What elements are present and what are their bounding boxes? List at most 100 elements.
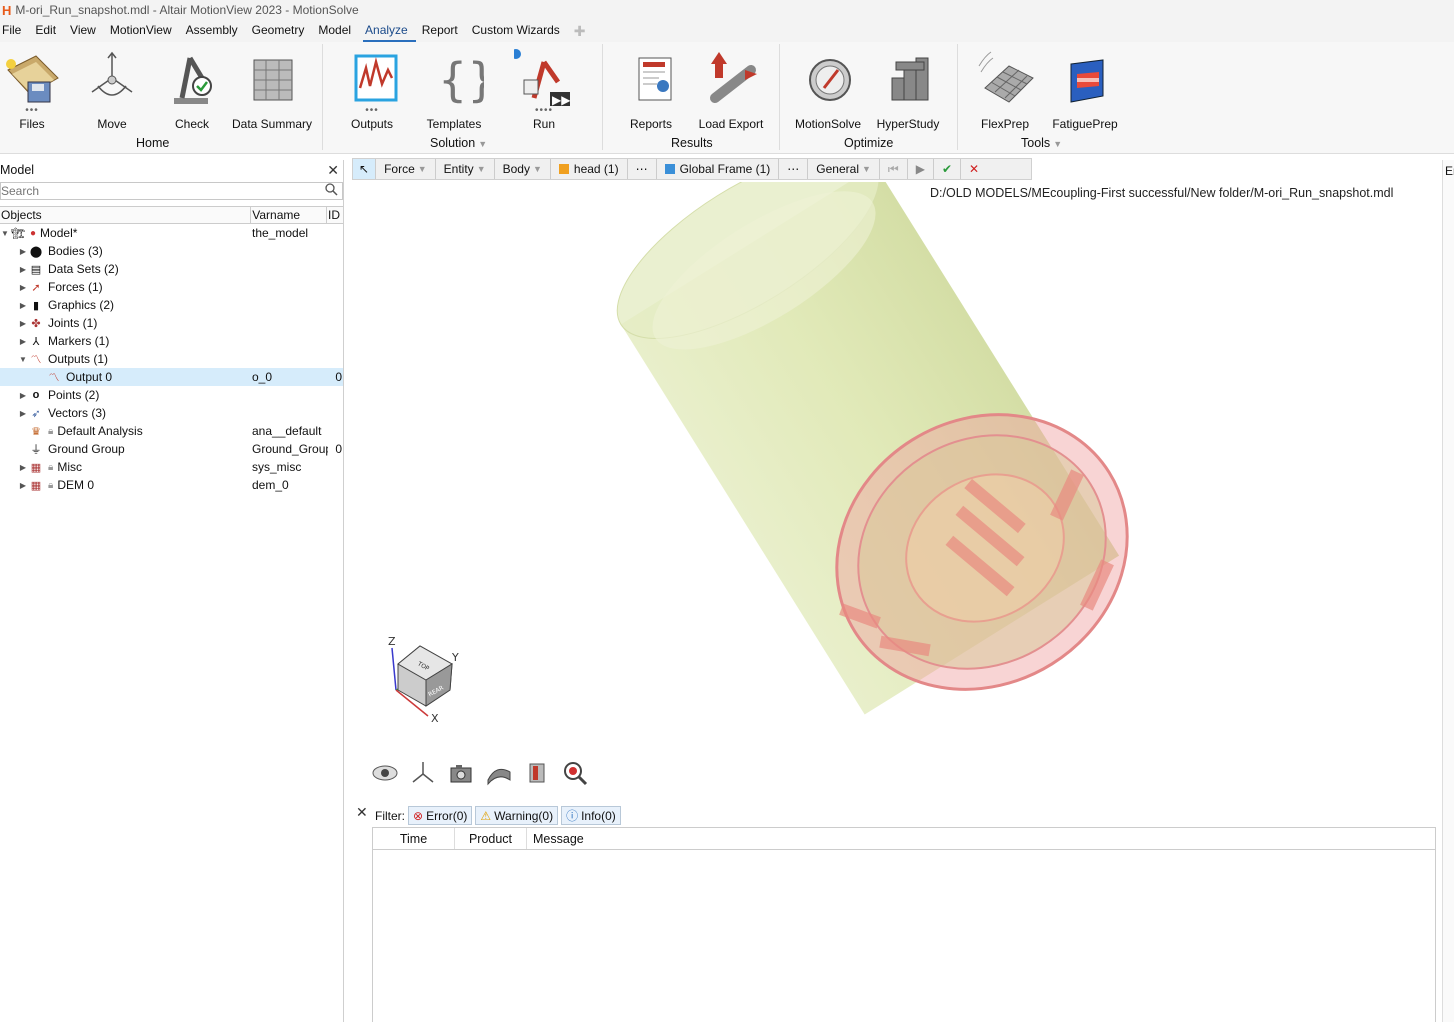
search-icon[interactable]: [325, 183, 338, 199]
play-icon[interactable]: ▶: [908, 159, 934, 179]
graphics-viewport[interactable]: TOP REAR Z Y X: [350, 150, 1440, 800]
column-product[interactable]: Product: [455, 828, 527, 849]
menu-assembly[interactable]: Assembly: [184, 20, 246, 42]
files-icon: [2, 48, 62, 108]
entity-dropdown[interactable]: Entity ▼: [436, 159, 495, 179]
tree-row-outputs[interactable]: ▼ 〽 Outputs (1): [0, 350, 343, 368]
flexprep-tool[interactable]: FlexPrep: [965, 48, 1045, 131]
menu-analyze[interactable]: Analyze: [363, 20, 416, 42]
warning-filter-button[interactable]: ⚠ Warning(0): [475, 806, 559, 825]
cancel-x-icon[interactable]: ✕: [961, 159, 987, 179]
body-dropdown[interactable]: Body ▼: [495, 159, 551, 179]
eye-icon[interactable]: [372, 760, 398, 786]
tree-row-output-0[interactable]: 〽 Output 0 o_0 0: [0, 368, 343, 386]
files-tool[interactable]: ••• Files: [0, 48, 72, 131]
frame-color-icon: [664, 164, 675, 174]
tree-row-bodies[interactable]: ▶ ⬤ Bodies (3): [0, 242, 343, 260]
more-button-1[interactable]: ⋯: [628, 159, 657, 179]
load-export-tool[interactable]: Load Export: [691, 48, 771, 131]
model-panel-title: Model: [0, 163, 35, 177]
tree-row-ground-group[interactable]: ⏚ Ground Group Ground_Group 0: [0, 440, 343, 458]
info-filter-button[interactable]: ⓘ Info(0): [561, 806, 621, 825]
tree-row-dem-0[interactable]: ▶ ▦ 🔒︎ DEM 0 dem_0: [0, 476, 343, 494]
column-message[interactable]: Message: [527, 828, 1435, 849]
menu-geometry[interactable]: Geometry: [250, 20, 313, 42]
menu-motionview[interactable]: MotionView: [108, 20, 180, 42]
menu-file[interactable]: File: [0, 20, 29, 42]
tree-row-markers[interactable]: ▶ ⅄ Markers (1): [0, 332, 343, 350]
frame-selector[interactable]: Global Frame (1): [657, 159, 780, 179]
tree-row-points[interactable]: ▶ o Points (2): [0, 386, 343, 404]
body-color-icon: [558, 164, 569, 174]
tree-row-misc[interactable]: ▶ ▦ 🔒︎ Misc sys_misc: [0, 458, 343, 476]
tree-row-forces[interactable]: ▶ ➚ Forces (1): [0, 278, 343, 296]
expand-arrow-icon[interactable]: ▶: [18, 265, 28, 274]
column-objects[interactable]: Objects: [0, 207, 252, 223]
outputs-tool[interactable]: ••• Outputs: [332, 48, 412, 131]
apply-check-icon[interactable]: ✔: [934, 159, 962, 179]
head-selector[interactable]: head (1): [551, 159, 628, 179]
altair-logo-icon: H: [2, 2, 12, 18]
move-tool[interactable]: Move: [72, 48, 152, 131]
general-dropdown[interactable]: General ▼: [808, 159, 880, 179]
close-icon[interactable]: ✕: [327, 162, 339, 179]
tree-row-vectors[interactable]: ▶ ➶ Vectors (3): [0, 404, 343, 422]
model-panel-header: Model ✕: [0, 160, 343, 180]
expand-arrow-icon[interactable]: ▼: [0, 229, 10, 238]
ribbon: ••• Files Move Check Data Summary Home •…: [0, 42, 1454, 154]
lock-icon: 🔒︎: [48, 461, 54, 473]
model-panel: Model ✕ Objects Varname ID ▼🏗●Model* the…: [0, 160, 344, 1022]
expand-arrow-icon[interactable]: ▶: [18, 409, 28, 418]
expand-arrow-icon[interactable]: ▶: [18, 301, 28, 310]
force-dropdown[interactable]: Force ▼: [376, 159, 436, 179]
tree-row-joints[interactable]: ▶ ✤ Joints (1): [0, 314, 343, 332]
expand-arrow-icon[interactable]: ▶: [18, 337, 28, 346]
more-button-2[interactable]: ⋯: [779, 159, 809, 179]
hyperstudy-tool[interactable]: HyperStudy: [868, 48, 948, 131]
expand-arrow-icon[interactable]: ▶: [18, 319, 28, 328]
column-time[interactable]: Time: [373, 828, 455, 849]
tree-row-graphics[interactable]: ▶ ▮ Graphics (2): [0, 296, 343, 314]
pick-tool-button[interactable]: ↖: [353, 159, 377, 179]
camera-icon[interactable]: [448, 760, 474, 786]
menu-report[interactable]: Report: [420, 20, 466, 42]
group-home: Home: [136, 136, 170, 150]
data-summary-tool[interactable]: Data Summary: [232, 48, 312, 131]
column-id[interactable]: ID: [327, 207, 343, 223]
expand-arrow-icon[interactable]: ▶: [18, 463, 28, 472]
collapse-arrow-icon[interactable]: ▼: [18, 355, 28, 364]
tree-row-default-analysis[interactable]: ♛ 🔒︎ Default Analysis ana__default: [0, 422, 343, 440]
forces-icon: ➚: [31, 281, 41, 294]
cursor-icon: ↖: [359, 162, 370, 176]
outputs-icon: [342, 48, 402, 108]
column-varname[interactable]: Varname: [251, 207, 328, 223]
motionsolve-tool[interactable]: MotionSolve: [788, 48, 868, 131]
error-filter-button[interactable]: ⊗ Error(0): [408, 806, 473, 825]
zoom-icon[interactable]: [562, 760, 588, 786]
fatigueprep-tool[interactable]: FatiguePrep: [1045, 48, 1125, 131]
reports-tool[interactable]: Reports: [611, 48, 691, 131]
menu-view[interactable]: View: [68, 20, 104, 42]
first-icon[interactable]: ⏮: [880, 159, 908, 179]
section-cut-icon[interactable]: [524, 760, 550, 786]
templates-tool[interactable]: {} Templates: [414, 48, 497, 131]
expand-arrow-icon[interactable]: ▶: [18, 391, 28, 400]
expand-arrow-icon[interactable]: ▶: [18, 247, 28, 256]
right-side-panel: Er: [1442, 160, 1454, 1022]
svg-text:Y: Y: [451, 651, 459, 664]
check-tool[interactable]: Check: [152, 48, 232, 131]
tree-row-datasets[interactable]: ▶ ▤ Data Sets (2): [0, 260, 343, 278]
add-tab-icon[interactable]: ✚: [574, 23, 586, 40]
expand-arrow-icon[interactable]: ▶: [18, 283, 28, 292]
menu-edit[interactable]: Edit: [33, 20, 64, 42]
menu-model[interactable]: Model: [316, 20, 359, 42]
tree-row-model[interactable]: ▼ 🏗 ● Model* the_model: [0, 224, 343, 242]
run-tool[interactable]: ▶▶ •••• Run: [504, 48, 584, 131]
surface-icon[interactable]: [486, 760, 512, 786]
search-input[interactable]: [1, 184, 301, 198]
axes-triad-icon[interactable]: [410, 760, 436, 786]
view-cube[interactable]: TOP REAR Z Y X: [388, 635, 459, 725]
menu-custom-wizards[interactable]: Custom Wizards: [470, 20, 568, 42]
close-icon[interactable]: ✕: [356, 804, 368, 821]
expand-arrow-icon[interactable]: ▶: [18, 481, 28, 490]
